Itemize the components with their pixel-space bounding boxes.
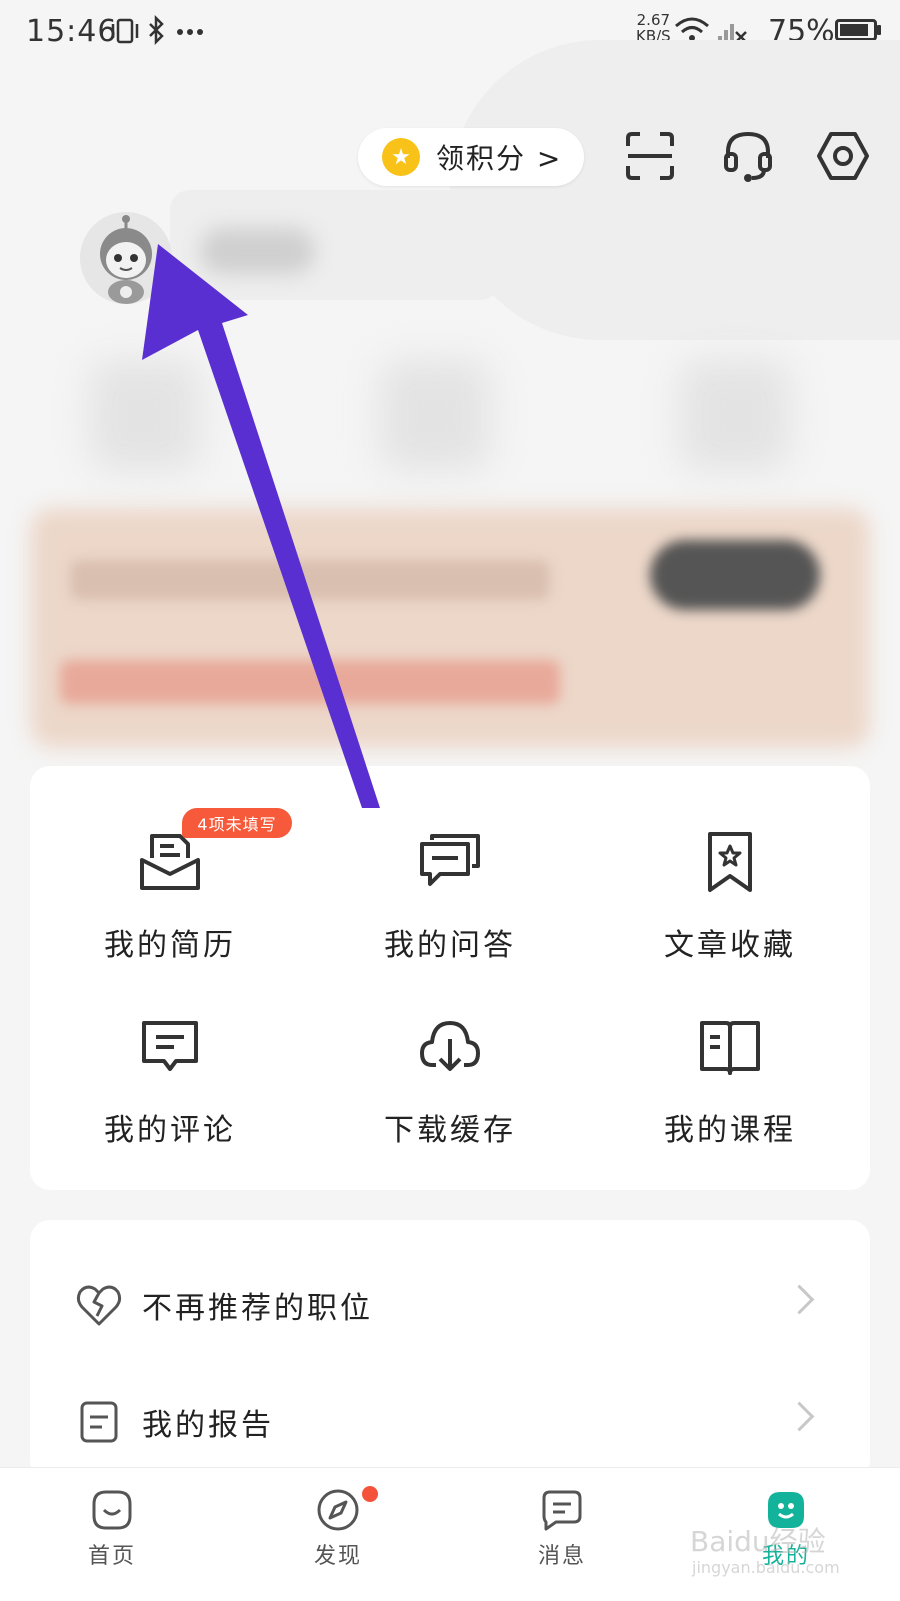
tab-discover[interactable]: 发现 xyxy=(278,1488,398,1570)
points-label: 领积分 > xyxy=(436,142,563,175)
baidu-watermark: Baidu经验 xyxy=(690,1525,826,1558)
cloud-download-icon xyxy=(420,1021,480,1071)
message-icon xyxy=(542,1490,582,1531)
grid-item-qa[interactable]: 我的问答 xyxy=(310,830,590,1010)
book-icon xyxy=(700,1021,760,1075)
chevron-right-icon xyxy=(784,1401,815,1432)
list-item-not-recommended-jobs[interactable]: 不再推荐的职位 xyxy=(30,1255,870,1355)
resume-icon xyxy=(140,834,200,890)
compass-icon xyxy=(317,1489,359,1531)
resume-badge: 4项未填写 xyxy=(182,808,292,838)
chevron-right-icon xyxy=(784,1284,815,1315)
grid-item-comments[interactable]: 我的评论 xyxy=(30,1015,310,1195)
grid-label: 我的评论 xyxy=(104,1113,236,1148)
vibrate-icon xyxy=(111,14,203,46)
grid-item-favorites[interactable]: 文章收藏 xyxy=(590,830,870,1010)
grid-label: 文章收藏 xyxy=(664,928,796,963)
report-icon xyxy=(80,1401,118,1443)
vibrate-bluetooth-icons xyxy=(110,14,220,55)
broken-heart-icon xyxy=(76,1285,122,1326)
grid-label: 我的问答 xyxy=(384,928,516,963)
list-item-label: 我的报告 xyxy=(142,1408,274,1443)
grid-item-download-cache[interactable]: 下载缓存 xyxy=(310,1015,590,1195)
list-item-label: 不再推荐的职位 xyxy=(142,1291,373,1326)
grid-item-courses[interactable]: 我的课程 xyxy=(590,1015,870,1195)
status-time: 15:46 xyxy=(26,14,118,49)
coin-star-icon: ★ xyxy=(382,138,420,176)
scan-icon[interactable] xyxy=(622,128,678,184)
home-icon xyxy=(92,1490,132,1530)
qa-icon xyxy=(420,834,480,886)
baidu-watermark-url: jingyan.baidu.com xyxy=(692,1558,840,1577)
battery-icon xyxy=(835,19,877,41)
settings-icon[interactable] xyxy=(815,128,871,184)
comment-icon xyxy=(142,1021,198,1071)
tab-home[interactable]: 首页 xyxy=(52,1488,172,1570)
discover-notification-dot xyxy=(362,1486,378,1502)
grid-label: 我的简历 xyxy=(104,928,236,963)
grid-label: 我的课程 xyxy=(664,1113,796,1148)
avatar[interactable] xyxy=(80,212,172,304)
bookmark-star-icon xyxy=(708,832,752,892)
grid-label: 下载缓存 xyxy=(384,1113,516,1148)
avatar-robot-icon xyxy=(80,212,172,304)
get-points-button[interactable]: ★ 领积分 > xyxy=(358,128,584,186)
list-item-my-reports[interactable]: 我的报告 xyxy=(30,1372,870,1472)
grid-item-resume[interactable]: 我的简历 xyxy=(30,830,310,1010)
tab-messages[interactable]: 消息 xyxy=(502,1488,622,1570)
customer-service-icon[interactable] xyxy=(720,128,776,184)
